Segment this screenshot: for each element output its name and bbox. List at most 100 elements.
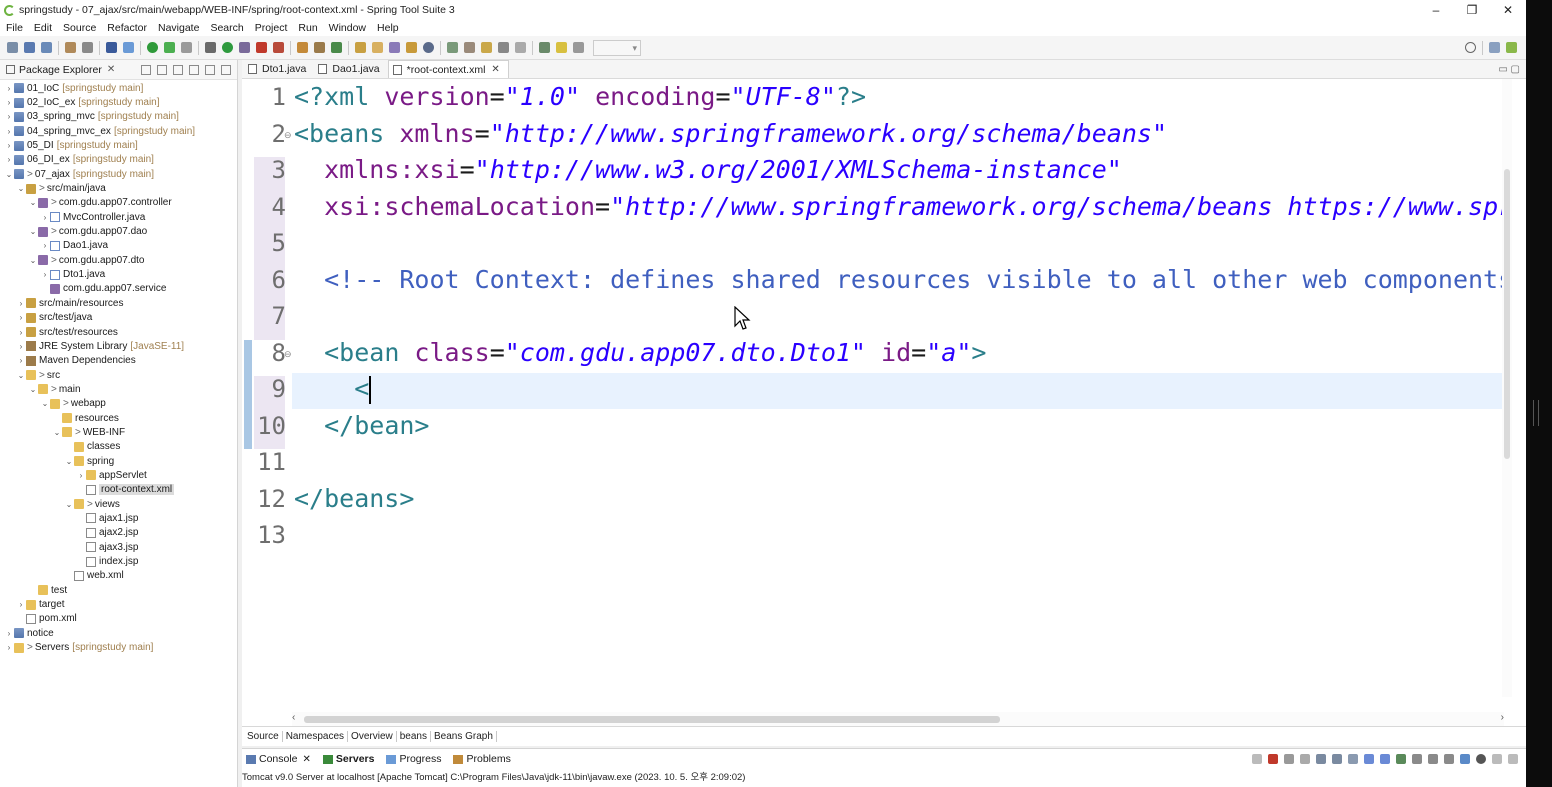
chevron-right-icon[interactable]: › bbox=[40, 213, 50, 222]
word-wrap-icon[interactable] bbox=[1332, 754, 1342, 764]
web-browser-icon[interactable] bbox=[423, 42, 434, 53]
page-tab-beans-graph[interactable]: Beans Graph bbox=[431, 730, 497, 742]
tab-problems[interactable]: Problems bbox=[453, 753, 511, 765]
chevron-right-icon[interactable]: › bbox=[16, 600, 26, 609]
horizontal-scrollbar[interactable]: ‹ › bbox=[292, 712, 1504, 726]
tree-item[interactable]: root-context.xml bbox=[0, 483, 237, 497]
tree-item[interactable]: ⌄ > src/main/java bbox=[0, 181, 237, 195]
run-icon[interactable] bbox=[222, 42, 233, 53]
external-tools-icon[interactable] bbox=[273, 42, 284, 53]
open-perspective-icon[interactable] bbox=[1489, 42, 1500, 53]
print-icon[interactable] bbox=[82, 42, 93, 53]
spring-perspective-icon[interactable] bbox=[1506, 42, 1517, 53]
link-icon[interactable] bbox=[1460, 754, 1470, 764]
chevron-right-icon[interactable]: › bbox=[4, 84, 14, 93]
filter-icon[interactable] bbox=[173, 64, 183, 75]
code-line[interactable]: < bbox=[294, 374, 372, 404]
page-tab-beans[interactable]: beans bbox=[397, 730, 431, 742]
tree-item[interactable]: › appServlet bbox=[0, 468, 237, 482]
maximize-view-icon[interactable] bbox=[221, 64, 231, 75]
resize-grip[interactable] bbox=[1533, 400, 1539, 426]
tab-servers[interactable]: Servers bbox=[322, 753, 374, 765]
new-java-project-icon[interactable] bbox=[297, 42, 308, 53]
chevron-right-icon[interactable]: › bbox=[16, 328, 26, 337]
page-tab-overview[interactable]: Overview bbox=[348, 730, 397, 742]
page-tab-source[interactable]: Source bbox=[244, 730, 283, 742]
code-line[interactable]: xsi:schemaLocation="http://www.springfra… bbox=[294, 192, 1504, 221]
chevron-right-icon[interactable]: › bbox=[4, 155, 14, 164]
new-icon[interactable] bbox=[7, 42, 18, 53]
chevron-down-icon[interactable]: ⌄ bbox=[64, 457, 74, 466]
quick-access-search-icon[interactable] bbox=[1465, 42, 1476, 53]
menu-refactor[interactable]: Refactor bbox=[107, 22, 147, 34]
tree-item[interactable]: ⌄ > com.gdu.app07.dao bbox=[0, 224, 237, 238]
back-icon[interactable] bbox=[498, 42, 509, 53]
tree-item[interactable]: ⌄ > webapp bbox=[0, 397, 237, 411]
editor-view-controls[interactable]: ▭ ▢ bbox=[1498, 64, 1526, 75]
tree-item[interactable]: ⌄ > WEB-INF bbox=[0, 425, 237, 439]
chevron-right-icon[interactable]: › bbox=[4, 112, 14, 121]
view-menu-icon[interactable] bbox=[189, 64, 199, 75]
next-annotation-icon[interactable] bbox=[447, 42, 458, 53]
code-line[interactable]: </bean> bbox=[294, 411, 429, 440]
chevron-down-icon[interactable]: ⌄ bbox=[28, 198, 38, 207]
close-icon[interactable]: ✕ bbox=[491, 64, 499, 75]
chevron-right-icon[interactable]: › bbox=[76, 471, 86, 480]
chevron-right-icon[interactable]: › bbox=[40, 270, 50, 279]
chevron-right-icon[interactable]: › bbox=[16, 342, 26, 351]
code-line[interactable]: xmlns:xsi="http://www.w3.org/2001/XMLSch… bbox=[294, 155, 1122, 184]
previous-annotation-icon[interactable] bbox=[464, 42, 475, 53]
tree-item[interactable]: › 01_IoC [springstudy main] bbox=[0, 81, 237, 95]
close-icon[interactable]: ✕ bbox=[303, 754, 311, 765]
gear-icon[interactable] bbox=[1476, 754, 1486, 764]
tree-item[interactable]: ⌄ >07_ajax [springstudy main] bbox=[0, 167, 237, 181]
code-line[interactable]: <?xml version="1.0" encoding="UTF-8"?> bbox=[294, 82, 866, 111]
tree-item[interactable]: web.xml bbox=[0, 569, 237, 583]
scroll-lock-icon[interactable] bbox=[1316, 754, 1326, 764]
chevron-down-icon[interactable]: ⌄ bbox=[28, 227, 38, 236]
scrollbar-thumb[interactable] bbox=[304, 716, 1000, 723]
minimize-button[interactable]: – bbox=[1418, 3, 1454, 17]
code-line[interactable]: </beans> bbox=[294, 484, 414, 513]
remove-all-icon[interactable] bbox=[1300, 754, 1310, 764]
collapse-all-icon[interactable] bbox=[141, 64, 151, 75]
chevron-right-icon[interactable]: › bbox=[16, 299, 26, 308]
close-button[interactable]: ✕ bbox=[1490, 3, 1526, 17]
minimize-view-icon[interactable] bbox=[1492, 754, 1502, 764]
tree-item[interactable]: ⌄ > com.gdu.app07.controller bbox=[0, 196, 237, 210]
vertical-scrollbar[interactable] bbox=[1502, 79, 1512, 697]
open-task-icon[interactable] bbox=[406, 42, 417, 53]
chevron-down-icon[interactable]: ⌄ bbox=[28, 385, 38, 394]
tree-item[interactable]: › 04_spring_mvc_ex [springstudy main] bbox=[0, 124, 237, 138]
tab-dto1-java[interactable]: Dto1.java bbox=[244, 60, 314, 78]
tree-item[interactable]: › 03_spring_mvc [springstudy main] bbox=[0, 110, 237, 124]
open-resource-icon[interactable] bbox=[372, 42, 383, 53]
code-line[interactable]: <bean class="com.gdu.app07.dto.Dto1" id=… bbox=[294, 338, 986, 367]
chevron-down-icon[interactable]: ⌄ bbox=[40, 399, 50, 408]
tree-item[interactable]: › src/main/resources bbox=[0, 296, 237, 310]
refresh-icon[interactable] bbox=[164, 42, 175, 53]
menu-run[interactable]: Run bbox=[298, 22, 317, 34]
tree-item[interactable]: › src/test/java bbox=[0, 311, 237, 325]
tree-item[interactable]: › 02_IoC_ex [springstudy main] bbox=[0, 95, 237, 109]
block-selection-icon[interactable] bbox=[573, 42, 584, 53]
chevron-right-icon[interactable]: › bbox=[40, 241, 50, 250]
tab-console[interactable]: Console ✕ bbox=[246, 753, 311, 765]
close-icon[interactable]: ✕ bbox=[107, 64, 115, 75]
tree-item[interactable]: ⌄ > views bbox=[0, 497, 237, 511]
search-icon[interactable] bbox=[389, 42, 400, 53]
coverage-icon[interactable] bbox=[239, 42, 250, 53]
tree-item[interactable]: ⌄ spring bbox=[0, 454, 237, 468]
tree-item[interactable]: ⌄ > com.gdu.app07.dto bbox=[0, 253, 237, 267]
chevron-right-icon[interactable]: › bbox=[4, 629, 14, 638]
tree-item[interactable]: ⌄ > main bbox=[0, 382, 237, 396]
open-folder-icon[interactable] bbox=[355, 42, 366, 53]
forward-icon[interactable] bbox=[515, 42, 526, 53]
tab-progress[interactable]: Progress bbox=[386, 753, 441, 765]
terminal-icon[interactable] bbox=[106, 42, 117, 53]
spring-boot-icon[interactable] bbox=[147, 42, 158, 53]
code-line[interactable]: <!-- Root Context: defines shared resour… bbox=[294, 265, 1504, 294]
code-line[interactable]: <beans xmlns="http://www.springframework… bbox=[294, 119, 1167, 148]
tree-item[interactable]: classes bbox=[0, 440, 237, 454]
code-area[interactable]: 1 2 ⊖ 3 4 5 6 7 8 ⊖ 9 10 11 12 13 <?xml version="1.0" … bbox=[242, 79, 1504, 697]
